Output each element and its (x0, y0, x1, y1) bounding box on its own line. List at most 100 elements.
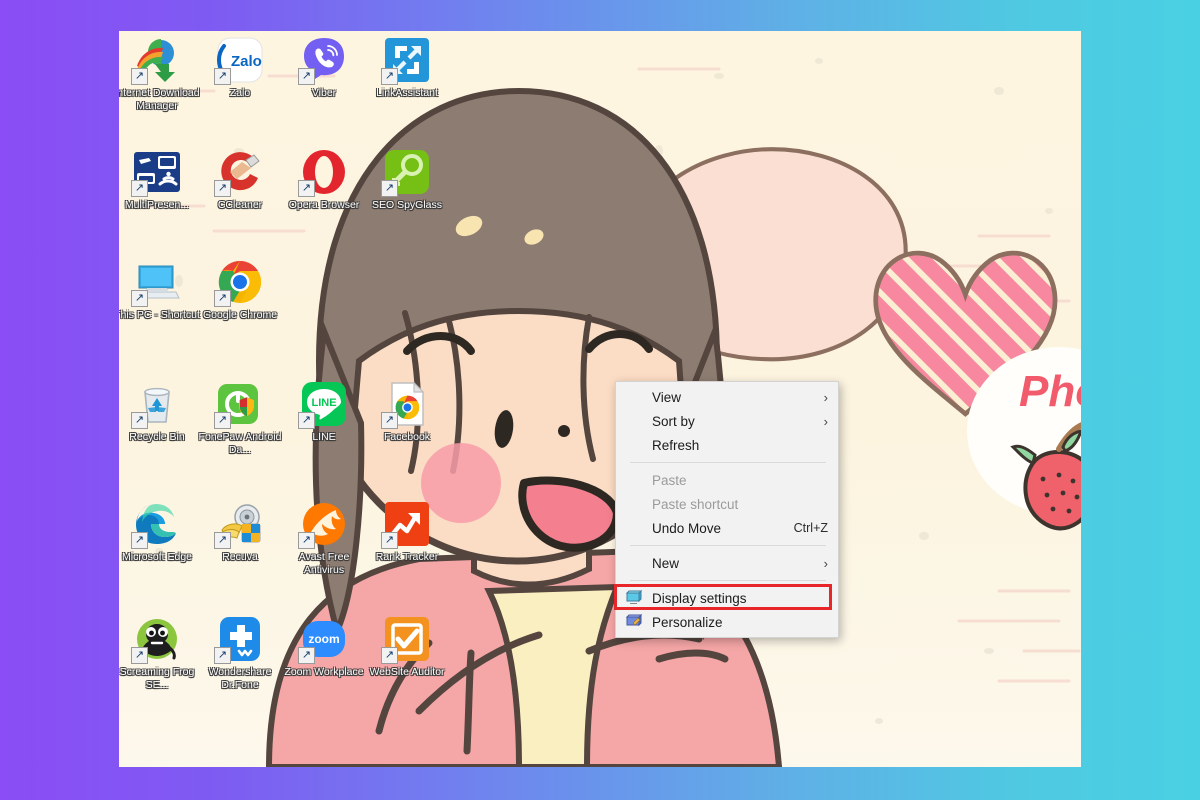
zoom-workplace-icon: zoom ↗ (298, 615, 348, 664)
desktop-icon-label: SEO SpyGlass (371, 199, 443, 211)
chevron-right-icon: › (823, 555, 828, 571)
shortcut-overlay-icon: ↗ (131, 68, 148, 85)
shortcut-overlay-icon: ↗ (298, 647, 315, 664)
desktop-icon-label: Rank Tracker (375, 551, 439, 563)
desktop-icon-label: Opera Browser (288, 199, 360, 211)
shortcut-overlay-icon: ↗ (131, 290, 148, 307)
desktop-icon-label: Avast Free Antivirus (298, 551, 350, 576)
context-menu-item-paste-shortcut: Paste shortcut (616, 492, 838, 516)
chevron-right-icon: › (823, 389, 828, 405)
shortcut-overlay-icon: ↗ (381, 532, 398, 549)
context-menu-item-sort-by[interactable]: Sort by › (616, 409, 838, 433)
wondershare-drfone-icon: ↗ (214, 615, 264, 664)
shortcut-overlay-icon: ↗ (131, 412, 148, 429)
desktop-icon-label: Zalo (229, 87, 251, 99)
desktop-icon-label: Microsoft Edge (121, 551, 193, 563)
context-menu-item-label: Paste shortcut (652, 496, 739, 512)
desktop-icon-recuva[interactable]: ↗ Recuva (196, 500, 284, 564)
desktop-icon-internet-download-manager[interactable]: ↗ Internet Download Manager (119, 36, 201, 112)
shortcut-overlay-icon: ↗ (381, 180, 398, 197)
desktop-icon-label: Zoom Workplace (284, 666, 364, 678)
svg-text:Zalo: Zalo (231, 53, 262, 70)
context-menu-item-label: Refresh (652, 437, 700, 453)
desktop-icon-ccleaner[interactable]: ↗ CCleaner (196, 148, 284, 212)
context-menu-item-display-settings[interactable]: Display settings (616, 586, 838, 610)
context-menu-item-view[interactable]: View › (616, 385, 838, 409)
desktop-icon-fonepaw-android[interactable]: ↗ FonePaw Android Da... (196, 380, 284, 456)
desktop-icon-seo-spyglass[interactable]: ↗ SEO SpyGlass (363, 148, 451, 212)
shortcut-overlay-icon: ↗ (298, 68, 315, 85)
desktop-icon-wondershare-drfone[interactable]: ↗ Wondershare Dr.Fone (196, 615, 284, 691)
shortcut-overlay-icon: ↗ (214, 532, 231, 549)
context-menu-item-new[interactable]: New › (616, 551, 838, 575)
desktop-canvas[interactable]: Pho ↗ Internet Download Manager (119, 31, 1081, 767)
monitor-brush-icon (625, 613, 643, 630)
shortcut-overlay-icon: ↗ (381, 412, 398, 429)
desktop-icon-avast-free-antivirus[interactable]: ↗ Avast Free Antivirus (280, 500, 368, 576)
shortcut-overlay-icon: ↗ (298, 532, 315, 549)
shortcut-overlay-icon: ↗ (298, 180, 315, 197)
desktop-icon-line[interactable]: LINE ↗ LINE (280, 380, 368, 444)
desktop-icon-microsoft-edge[interactable]: ↗ Microsoft Edge (119, 500, 201, 564)
shortcut-overlay-icon: ↗ (214, 412, 231, 429)
facebook-icon: ↗ (381, 380, 431, 429)
context-menu-item-label: New (652, 555, 680, 571)
desktop-icon-rank-tracker[interactable]: ↗ Rank Tracker (363, 500, 451, 564)
desktop-icon-label: Recycle Bin (129, 431, 185, 443)
context-menu-item-refresh[interactable]: Refresh (616, 433, 838, 457)
desktop-icon-label: FonePaw Android Da... (198, 431, 282, 456)
desktop-icon-label: LinkAssistant (376, 87, 438, 99)
zalo-icon: Zalo ↗ (214, 36, 264, 85)
desktop-icon-facebook[interactable]: ↗ Facebook (363, 380, 451, 444)
shortcut-overlay-icon: ↗ (131, 180, 148, 197)
desktop-icon-label: Internet Download Manager (119, 87, 200, 112)
context-menu-item-label: Personalize (652, 614, 723, 630)
desktop-icon-label: Viber (311, 87, 337, 99)
desktop-icon-label: Google Chrome (202, 309, 278, 321)
viber-icon: ↗ (298, 36, 348, 85)
context-menu-item-paste: Paste (616, 468, 838, 492)
opera-browser-icon: ↗ (298, 148, 348, 197)
this-pc-shortcut-icon: ↗ (131, 258, 181, 307)
context-menu-item-label: Paste (652, 472, 687, 488)
recuva-icon: ↗ (214, 500, 264, 549)
desktop-context-menu[interactable]: View › Sort by › Refresh Paste Paste shortcut U… (614, 381, 839, 638)
context-menu-separator (630, 580, 826, 581)
rank-tracker-icon: ↗ (381, 500, 431, 549)
microsoft-edge-icon: ↗ (131, 500, 181, 549)
desktop-icon-opera-browser[interactable]: ↗ Opera Browser (280, 148, 368, 212)
desktop-icon-linkassistant[interactable]: ↗ LinkAssistant (363, 36, 451, 100)
internet-download-manager-icon: ↗ (131, 36, 181, 85)
context-menu-item-undo-move[interactable]: Undo Move Ctrl+Z (616, 516, 838, 540)
desktop-icon-label: LINE (312, 431, 336, 443)
context-menu-item-personalize[interactable]: Personalize (616, 610, 838, 634)
shortcut-overlay-icon: ↗ (214, 180, 231, 197)
desktop-icon-google-chrome[interactable]: ↗ Google Chrome (196, 258, 284, 322)
screaming-frog-seo-icon: ↗ (131, 615, 181, 664)
desktop-icon-screaming-frog-seo[interactable]: ↗ Screaming Frog SE... (119, 615, 201, 691)
desktop-icon-zoom-workplace[interactable]: zoom ↗ Zoom Workplace (280, 615, 368, 679)
chevron-right-icon: › (823, 413, 828, 429)
desktop-icon-label: Wondershare Dr.Fone (208, 666, 272, 691)
context-menu-item-shortcut: Ctrl+Z (793, 521, 828, 535)
seo-spyglass-icon: ↗ (381, 148, 431, 197)
context-menu-separator (630, 462, 826, 463)
shortcut-overlay-icon: ↗ (214, 290, 231, 307)
desktop-icon-multipresenter[interactable]: ↗ MultiPresen... (119, 148, 201, 212)
desktop-icon-recycle-bin[interactable]: ↗ Recycle Bin (119, 380, 201, 444)
desktop-icon-zalo[interactable]: Zalo ↗ Zalo (196, 36, 284, 100)
desktop-icon-website-auditor[interactable]: ↗ WebSite Auditor (363, 615, 451, 679)
shortcut-overlay-icon: ↗ (381, 68, 398, 85)
desktop-icon-this-pc-shortcut[interactable]: ↗ This PC - Shortcut (119, 258, 201, 322)
svg-text:LINE: LINE (311, 397, 336, 409)
ccleaner-icon: ↗ (214, 148, 264, 197)
recycle-bin-icon: ↗ (131, 380, 181, 429)
shortcut-overlay-icon: ↗ (131, 532, 148, 549)
shortcut-overlay-icon: ↗ (131, 647, 148, 664)
shortcut-overlay-icon: ↗ (214, 647, 231, 664)
svg-text:Pho: Pho (1019, 367, 1081, 416)
google-chrome-icon: ↗ (214, 258, 264, 307)
context-menu-item-label: View (652, 389, 682, 405)
website-auditor-icon: ↗ (381, 615, 431, 664)
desktop-icon-viber[interactable]: ↗ Viber (280, 36, 368, 100)
